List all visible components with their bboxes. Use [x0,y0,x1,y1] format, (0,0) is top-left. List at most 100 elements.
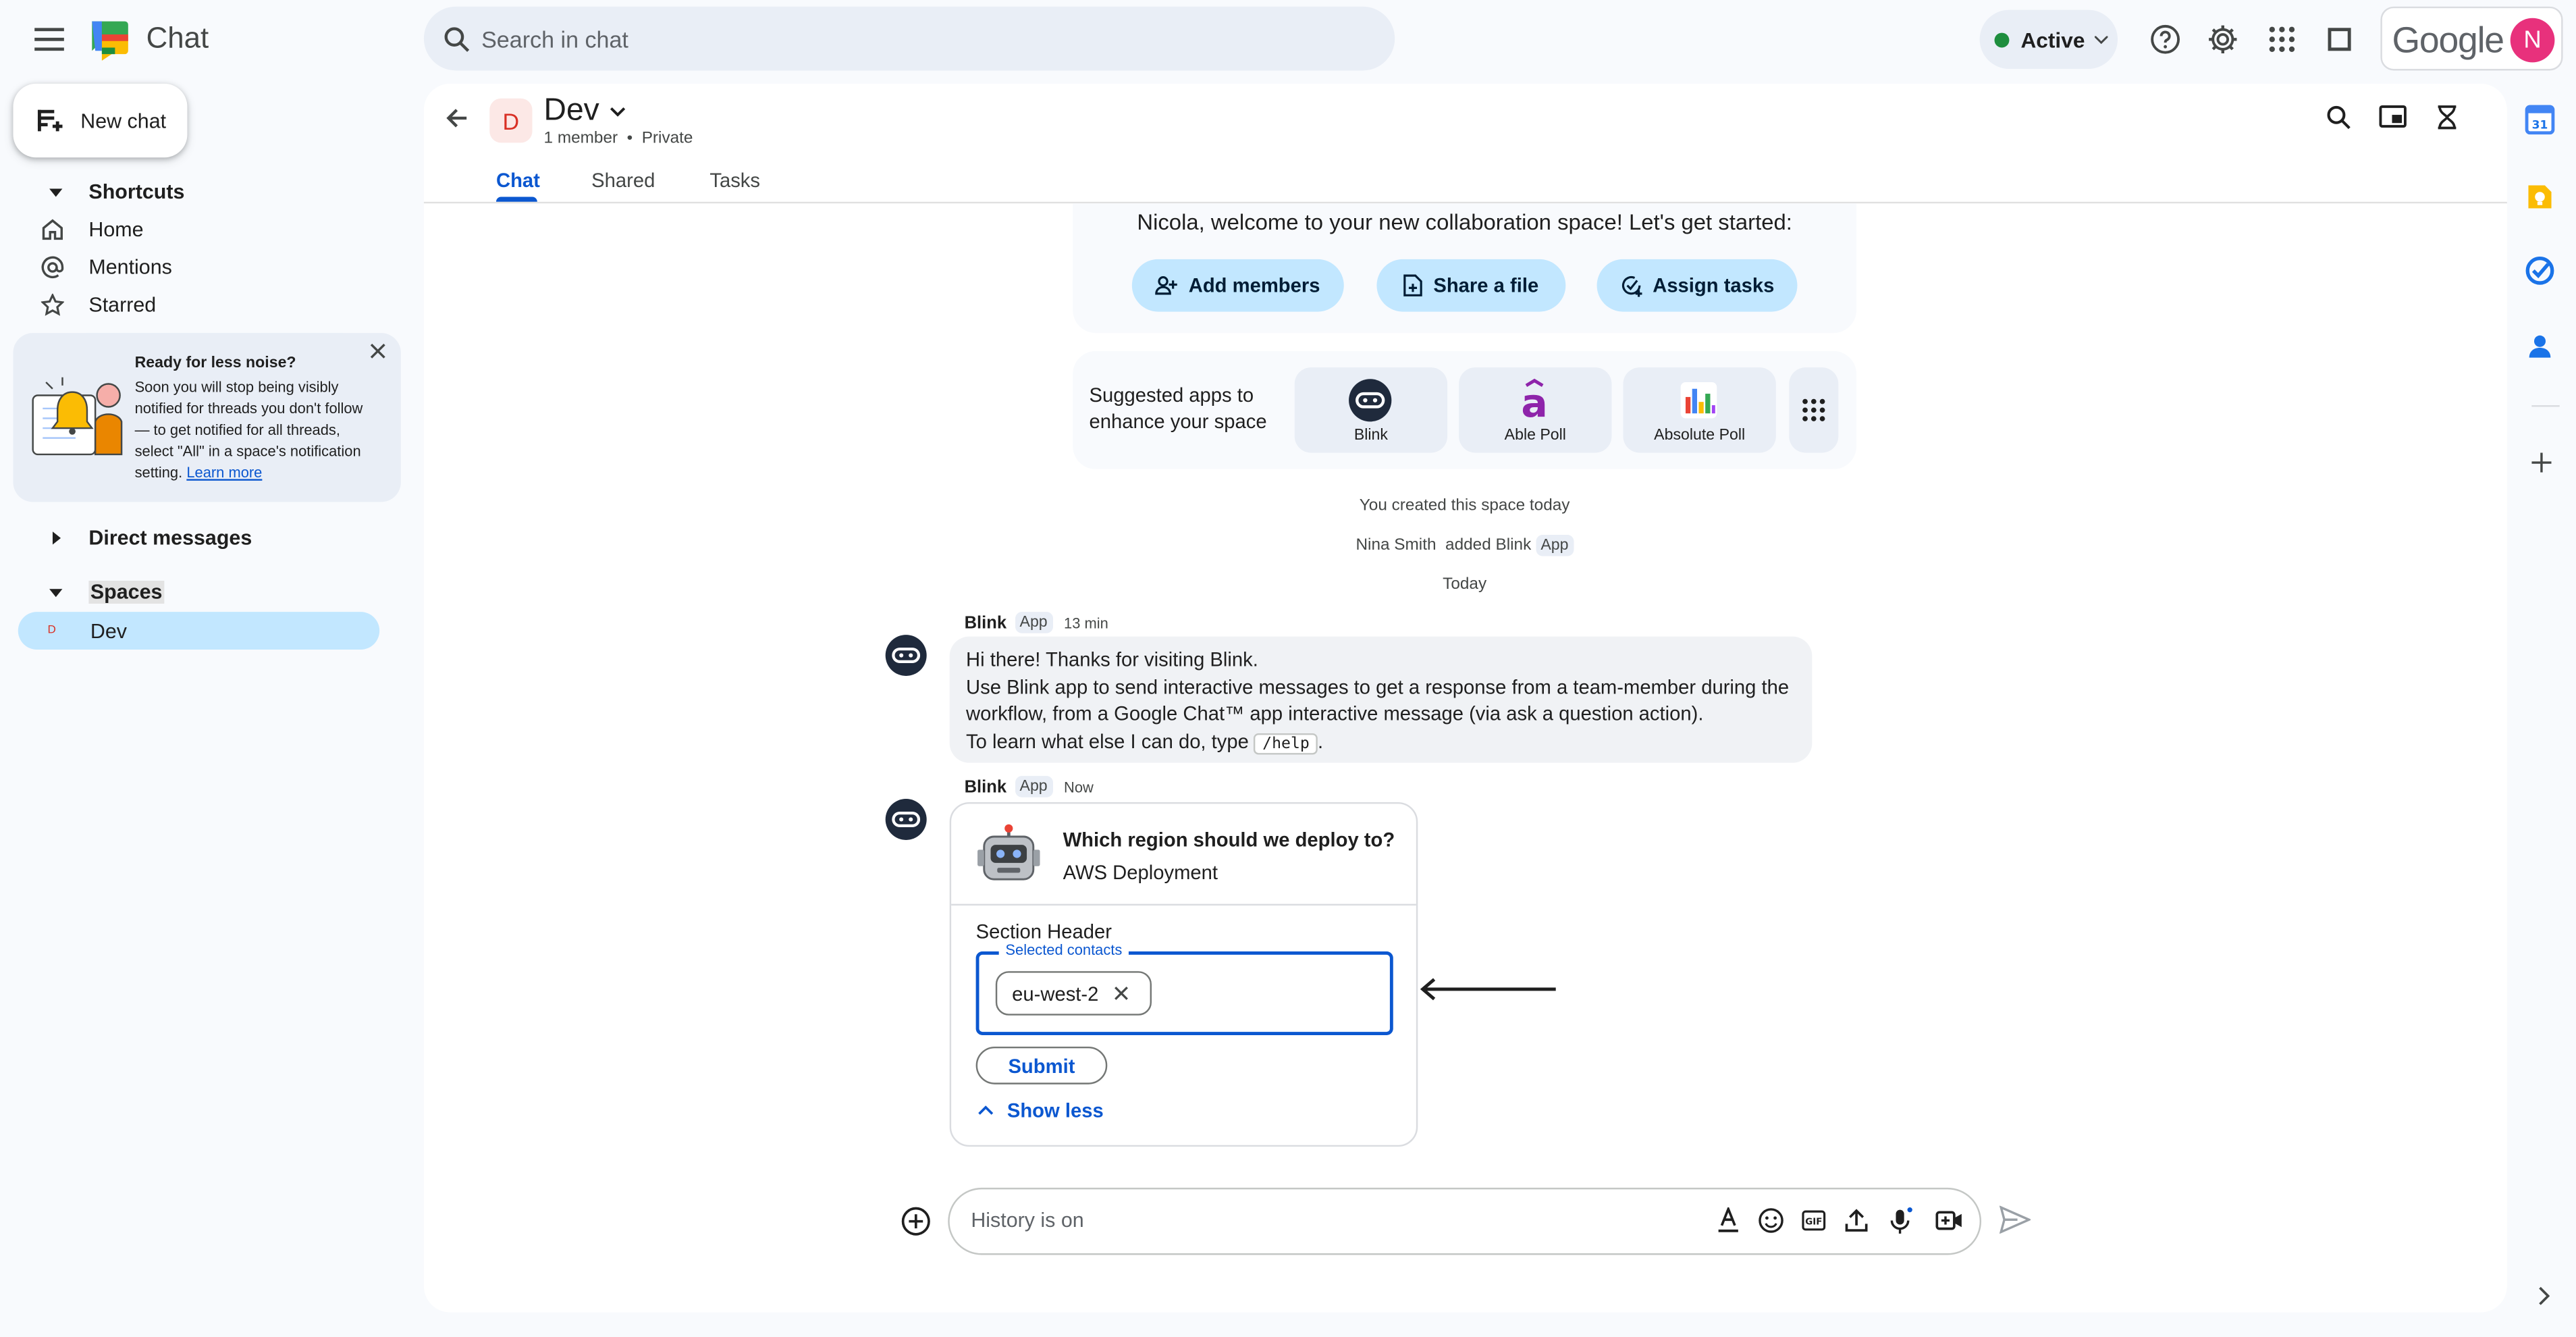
new-chat-label: New chat [80,109,167,132]
sidebar-item-mentions[interactable]: Mentions [39,256,172,279]
sidebar-item-starred[interactable]: Starred [39,293,156,317]
space-avatar: D [47,625,56,637]
added-by-user[interactable]: Nina Smith [1356,536,1436,554]
new-chat-icon [37,109,63,132]
sidebar-item-home[interactable]: Home [39,218,144,242]
add-side-panel-button[interactable] [2531,452,2552,473]
app-name-label: Able Poll [1504,426,1566,445]
status-selector[interactable]: Active [1979,9,2118,70]
sender-name[interactable]: Blink [965,777,1007,796]
apps-grid-icon [2269,26,2295,53]
search-in-space-button[interactable] [2326,105,2351,130]
message-line: Hi there! Thanks for visiting Blink. [966,648,1258,671]
app-tile-blink[interactable]: Blink [1294,367,1448,453]
main-menu-button[interactable] [23,13,76,65]
search-bar[interactable]: Search in chat [423,6,1395,71]
selected-contacts-field[interactable]: Selected contacts eu-west-2 [975,941,1393,1035]
message-meta: Blink App Now [965,776,1094,797]
message-time: Now [1064,778,1094,795]
space-title-text: Dev [543,93,599,128]
share-file-button[interactable]: Share a file [1376,259,1566,312]
expand-side-panel-button[interactable] [2538,1286,2550,1306]
help-icon [2151,24,2180,54]
space-title[interactable]: Dev [544,93,626,129]
tab-shared[interactable]: Shared [591,169,655,192]
assign-tasks-label: Assign tasks [1653,273,1775,297]
show-less-button[interactable]: Show less [977,1099,1104,1122]
added-text: added Blink [1445,536,1532,555]
sidebar-item-label: Home [88,218,144,242]
notice-body: Soon you will stop being visibly notifie… [135,377,381,484]
notice-title: Ready for less noise? [134,354,296,373]
help-button[interactable] [2145,20,2184,59]
direct-messages-section-header[interactable]: Direct messages [39,527,252,550]
keep-side-panel-button[interactable] [2525,182,2555,212]
sender-avatar[interactable] [884,797,928,842]
sender-avatar[interactable] [884,633,928,678]
blink-avatar-icon [885,635,927,676]
dismiss-notice-button[interactable] [370,343,386,359]
google-chat-logo-icon[interactable] [88,18,134,61]
account-switcher[interactable]: Google N [2380,6,2563,71]
star-icon [41,293,64,316]
sender-name[interactable]: Blink [965,612,1007,632]
add-members-button[interactable]: Add members [1131,259,1344,312]
message-composer[interactable]: History is on GIF [948,1187,1982,1255]
learn-more-link[interactable]: Learn more [186,465,262,481]
tab-chat[interactable]: Chat [496,169,540,192]
arrow-left-annotation-icon [1420,978,1556,1001]
open-window-button[interactable] [2319,20,2359,59]
card-divider [951,903,1416,906]
picture-in-picture-button[interactable] [2379,105,2407,129]
sidebar-item-space-dev[interactable]: D Dev [18,612,380,650]
menu-icon [34,28,64,51]
composer-placeholder: History is on [971,1209,1084,1232]
google-wordmark: Google [2392,20,2504,61]
selection-chip[interactable]: eu-west-2 [995,971,1152,1016]
blink-avatar-icon [885,799,927,840]
absolute-poll-app-icon [1680,382,1717,419]
close-icon[interactable] [1113,986,1128,1001]
more-apps-button[interactable] [1789,367,1839,453]
assign-tasks-button[interactable]: Assign tasks [1596,259,1798,312]
caret-down-icon [49,587,63,597]
contacts-side-panel-button[interactable] [2525,332,2555,361]
video-meeting-icon[interactable] [1935,1207,1963,1234]
submit-button[interactable]: Submit [975,1046,1108,1084]
gif-icon[interactable]: GIF [1800,1207,1827,1234]
search-placeholder: Search in chat [481,26,628,53]
app-badge: App [1536,534,1574,556]
arrow-back-icon [446,109,467,128]
calendar-icon: 31 [2525,105,2555,135]
emoji-icon[interactable] [1758,1207,1784,1234]
back-button[interactable] [440,102,473,135]
spaces-section-header[interactable]: Spaces [39,581,164,604]
at-icon [41,256,64,279]
notification-notice-card: Ready for less noise? Soon you will stop… [13,333,401,502]
section-header: Section Header [975,920,1112,943]
plus-icon [2531,452,2552,473]
direct-messages-label: Direct messages [88,526,252,550]
blink-app-icon [1349,379,1392,422]
message-meta: Blink App 13 min [965,612,1108,633]
card-title: Which region should we deploy to? [1063,828,1395,851]
app-tile-able-poll[interactable]: a Able Poll [1459,367,1612,453]
add-circle-icon [901,1207,930,1236]
send-button[interactable] [1999,1205,2031,1234]
tab-tasks[interactable]: Tasks [709,169,760,192]
calendar-side-panel-button[interactable]: 31 [2525,105,2555,135]
app-name-label: Absolute Poll [1654,426,1746,445]
add-attachment-button[interactable] [901,1206,932,1237]
apps-launcher-button[interactable] [2262,20,2301,59]
tasks-side-panel-button[interactable] [2525,256,2555,286]
shortcuts-section-header[interactable]: Shortcuts [39,180,184,203]
new-chat-button[interactable]: New chat [13,83,188,158]
text-format-icon[interactable] [1717,1207,1740,1234]
space-details-button[interactable] [2435,105,2460,130]
microphone-icon[interactable] [1887,1207,1914,1235]
space-subtitle: 1 member • Private [543,129,693,148]
settings-button[interactable] [2203,20,2243,59]
upload-icon[interactable] [1845,1207,1868,1234]
show-less-label: Show less [1007,1099,1104,1122]
app-tile-absolute-poll[interactable]: Absolute Poll [1623,367,1776,453]
